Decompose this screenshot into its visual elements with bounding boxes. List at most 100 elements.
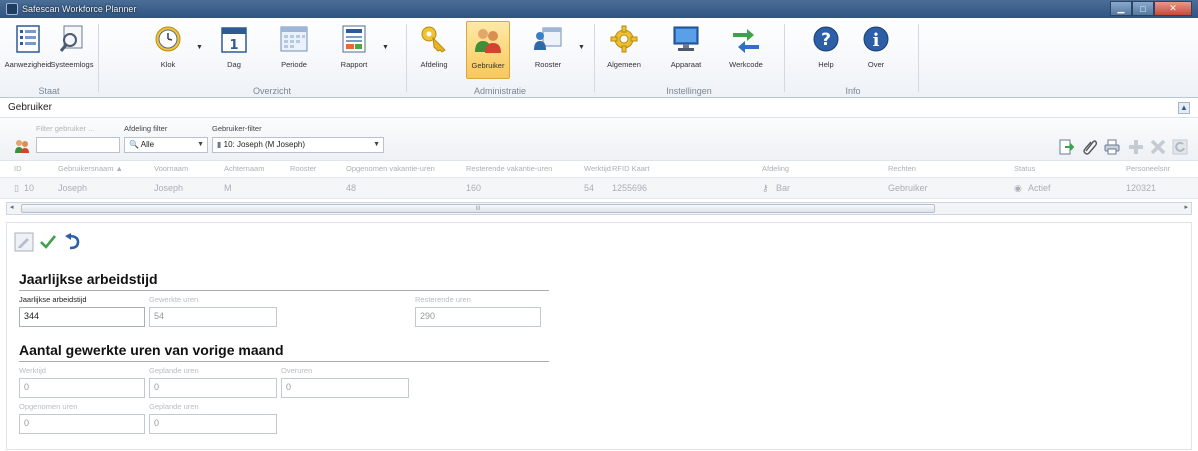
app-icon xyxy=(6,3,18,15)
cell-id: 10 xyxy=(24,183,35,193)
werkcode-button[interactable]: Werkcode xyxy=(724,21,768,79)
afdeling-button[interactable]: Afdeling xyxy=(412,21,456,79)
aanwezigheid-button[interactable]: Aanwezigheid xyxy=(5,21,51,79)
cell-lastname: M xyxy=(224,183,232,193)
rapport-button[interactable]: Rapport xyxy=(332,21,376,79)
attach-icon[interactable] xyxy=(1080,137,1100,157)
close-button[interactable]: ✕ xyxy=(1154,1,1192,16)
scrollbar-thumb[interactable]: III xyxy=(21,204,935,213)
users-icon xyxy=(473,25,503,55)
column-header[interactable]: Status xyxy=(1014,164,1035,173)
delete-icon[interactable] xyxy=(1148,137,1168,157)
clock-icon xyxy=(153,24,183,54)
status-icon: ◉ xyxy=(1014,183,1022,193)
remaining-hours-input[interactable]: 290 xyxy=(415,307,541,327)
column-header[interactable]: Afdeling xyxy=(762,164,789,173)
checkmark-icon[interactable] xyxy=(37,231,59,253)
column-header[interactable]: Werktijd xyxy=(584,164,611,173)
detail-panel: Jaarlijkse arbeidstijd Jaarlijkse arbeid… xyxy=(6,222,1192,450)
column-header[interactable]: RFID Kaart xyxy=(612,164,650,173)
column-header[interactable]: Rechten xyxy=(888,164,916,173)
over-button[interactable]: i Over xyxy=(854,21,898,79)
ribbon-group-administratie: Afdeling Gebruiker Rooster ▼ Administrat… xyxy=(410,18,590,98)
roster-icon xyxy=(533,24,563,54)
title-bar: Safescan Workforce Planner ▁ □ ✕ xyxy=(0,0,1198,18)
export-icon[interactable] xyxy=(1056,137,1076,157)
column-header[interactable]: Gebruikersnaam ▲ xyxy=(58,164,123,173)
worked-hours-input[interactable]: 54 xyxy=(149,307,277,327)
help-button[interactable]: ? Help xyxy=(804,21,848,79)
list-icon xyxy=(13,24,43,54)
planned-hours-2-input[interactable]: 0 xyxy=(149,414,277,434)
collapse-up-icon[interactable]: ▲ xyxy=(1178,102,1190,114)
taken-hours-input[interactable]: 0 xyxy=(19,414,145,434)
apparaat-button[interactable]: Apparaat xyxy=(664,21,708,79)
minimize-button[interactable]: ▁ xyxy=(1110,1,1132,16)
planned-hours-input[interactable]: 0 xyxy=(149,378,277,398)
cell-username: Joseph xyxy=(58,183,88,193)
planned-hours-label: Geplande uren xyxy=(149,366,199,375)
algemeen-button[interactable]: Algemeen xyxy=(602,21,646,79)
add-icon[interactable] xyxy=(1126,137,1146,157)
cell-dept: Bar xyxy=(776,183,791,193)
rapport-dropdown-arrow[interactable]: ▼ xyxy=(382,44,389,51)
dept-filter-value: Alle xyxy=(140,140,155,149)
rooster-button[interactable]: Rooster xyxy=(526,21,570,79)
horizontal-scrollbar[interactable]: ◂ III ▸ xyxy=(6,202,1192,215)
ribbon: Aanwezigheid Systeemlogs Staat Klok ▼ 1 … xyxy=(0,18,1198,98)
print-icon[interactable] xyxy=(1102,137,1122,157)
column-header[interactable]: Resterende vakantie-uren xyxy=(466,164,552,173)
undo-icon[interactable] xyxy=(61,231,83,253)
systeemlogs-button[interactable]: Systeemlogs xyxy=(50,21,94,79)
user-filter-select[interactable]: ▮ 10: Joseph (M Joseph) ▼ xyxy=(212,137,384,153)
scroll-left-icon[interactable]: ◂ xyxy=(10,203,14,211)
dept-filter-icon: 🔍 xyxy=(129,140,139,149)
klok-button[interactable]: Klok xyxy=(146,21,190,79)
dag-button[interactable]: 1 Dag xyxy=(212,21,256,79)
column-header[interactable]: Voornaam xyxy=(154,164,188,173)
column-header[interactable]: Achternaam xyxy=(224,164,264,173)
rooster-dropdown-arrow[interactable]: ▼ xyxy=(578,44,585,51)
section-title: Gebruiker xyxy=(8,102,52,113)
column-header[interactable]: Opgenomen vakantie-uren xyxy=(346,164,435,173)
monitor-icon xyxy=(671,24,701,54)
calendar-period-icon xyxy=(279,24,309,54)
gebruiker-button[interactable]: Gebruiker xyxy=(466,21,510,79)
periode-button[interactable]: Periode xyxy=(272,21,316,79)
taken-hours-label: Opgenomen uren xyxy=(19,402,78,411)
group-label-overzicht: Overzicht xyxy=(252,86,291,96)
dept-filter-select[interactable]: 🔍 Alle ▼ xyxy=(124,137,208,153)
worktime-input[interactable]: 0 xyxy=(19,378,145,398)
column-header[interactable]: Personeelsnr xyxy=(1126,164,1170,173)
ribbon-group-info: ? Help i Over Info xyxy=(790,18,916,98)
cell-vac-taken: 48 xyxy=(346,183,357,193)
user-filter-value: 10: Joseph (M Joseph) xyxy=(223,140,306,149)
scroll-right-icon[interactable]: ▸ xyxy=(1184,203,1188,211)
column-header[interactable]: ID xyxy=(14,164,22,173)
ribbon-group-staat: Aanwezigheid Systeemlogs Staat xyxy=(4,18,94,98)
annual-hours-input[interactable]: 344 xyxy=(19,307,145,327)
table-row[interactable]: ▯ 10 Joseph Joseph M 48 160 54 1255696 ⚷… xyxy=(0,177,1198,199)
cell-status: Actief xyxy=(1028,183,1051,193)
group-label-staat: Staat xyxy=(38,86,60,96)
refresh-icon[interactable] xyxy=(1170,137,1190,157)
klok-dropdown-arrow[interactable]: ▼ xyxy=(196,44,203,51)
user-filter-label: Gebruiker-filter xyxy=(212,124,262,133)
cell-worktime: 54 xyxy=(584,183,595,193)
overtime-label: Overuren xyxy=(281,366,313,375)
worked-hours-label: Gewerkte uren xyxy=(149,295,199,304)
overtime-input[interactable]: 0 xyxy=(281,378,409,398)
magnifier-document-icon xyxy=(57,24,87,54)
grid-header: ID Gebruikersnaam ▲ Voornaam Achternaam … xyxy=(0,162,1198,176)
user-search-input[interactable] xyxy=(36,137,120,153)
svg-text:i: i xyxy=(873,30,880,51)
edit-icon[interactable] xyxy=(13,231,35,253)
sort-asc-icon: ▲ xyxy=(115,164,123,173)
maximize-button[interactable]: □ xyxy=(1132,1,1154,16)
column-header[interactable]: Rooster xyxy=(290,164,316,173)
dept-filter-label: Afdeling filter xyxy=(124,124,168,133)
ribbon-group-instellingen: Algemeen Apparaat Werkcode Instellingen xyxy=(598,18,780,98)
row-user-icon: ▯ xyxy=(14,183,19,193)
users-small-icon xyxy=(12,136,32,156)
remaining-hours-label: Resterende uren xyxy=(415,295,471,304)
